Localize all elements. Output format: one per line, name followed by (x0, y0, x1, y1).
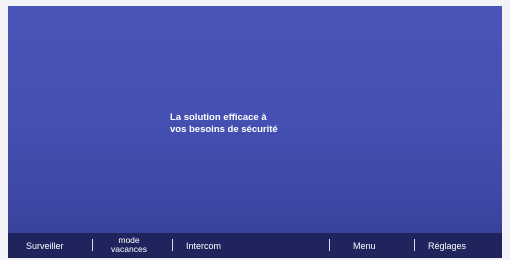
reglages-button[interactable]: Réglages (428, 241, 466, 251)
separator (414, 239, 415, 251)
device-screen: La solution efficace à vos besoins de sé… (8, 6, 502, 258)
splash-line-1: La solution efficace à (170, 112, 267, 123)
bottom-navigation-bar: Surveiller mode vacances Intercom Menu R… (8, 233, 502, 258)
mode-vacances-button[interactable]: mode vacances (106, 236, 152, 254)
splash-line-2: vos besoins de sécurité (170, 124, 278, 135)
surveiller-button[interactable]: Surveiller (26, 241, 64, 251)
menu-button[interactable]: Menu (353, 241, 376, 251)
separator (172, 239, 173, 251)
splash-message: La solution efficace à vos besoins de sé… (170, 112, 370, 136)
separator (92, 239, 93, 251)
separator (329, 239, 330, 251)
mode-vacances-line-2: vacances (111, 244, 147, 254)
intercom-button[interactable]: Intercom (186, 241, 221, 251)
